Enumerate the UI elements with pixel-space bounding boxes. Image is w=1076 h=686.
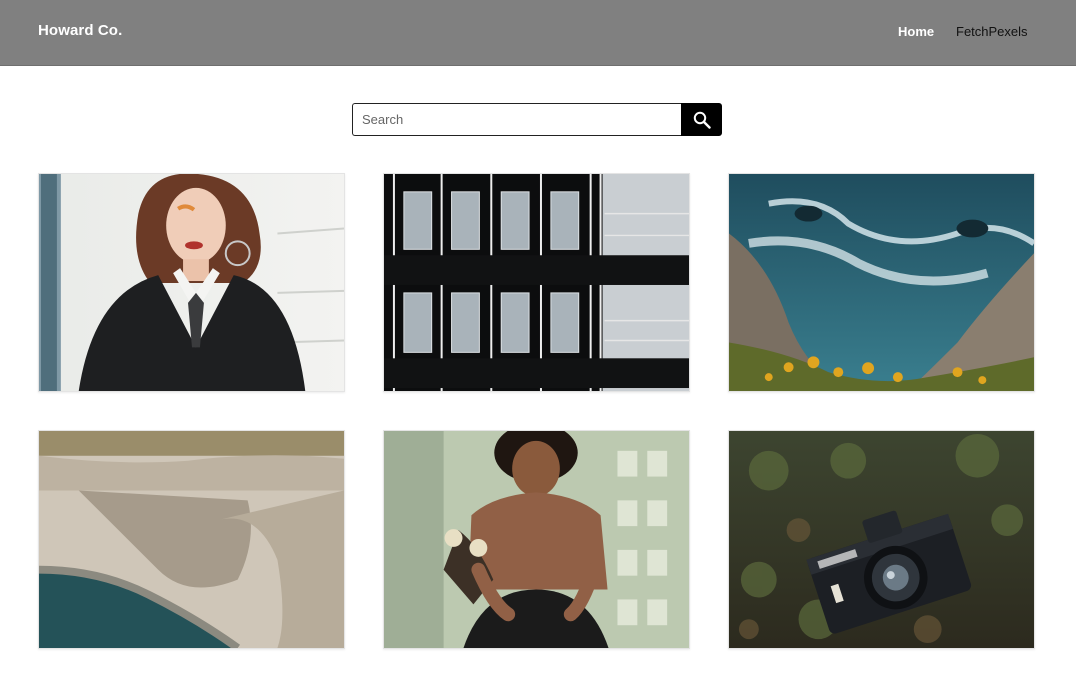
man-with-skateboard-image [384,431,689,648]
search-icon [693,111,711,129]
photo-card-building-facade[interactable] [383,173,690,392]
top-navbar: Howard Co. Home FetchPexels [0,0,1076,66]
search-input[interactable] [352,103,681,136]
photo-card-man-with-skateboard[interactable] [383,430,690,649]
rocky-cove-image [39,431,344,648]
camera-on-moss-image [729,431,1034,648]
woman-portrait-image [39,174,344,391]
search-button[interactable] [681,103,722,136]
photo-card-ocean-cliff[interactable] [728,173,1035,392]
photo-card-camera-on-moss[interactable] [728,430,1035,649]
search-form [352,103,722,136]
ocean-cliff-image [729,174,1034,391]
photo-card-rocky-cove[interactable] [38,430,345,649]
nav-link-home[interactable]: Home [898,24,934,39]
building-facade-image [384,174,689,391]
brand-logo[interactable]: Howard Co. [38,22,122,39]
nav-link-fetchpexels[interactable]: FetchPexels [956,24,1028,39]
photo-card-woman-portrait[interactable] [38,173,345,392]
